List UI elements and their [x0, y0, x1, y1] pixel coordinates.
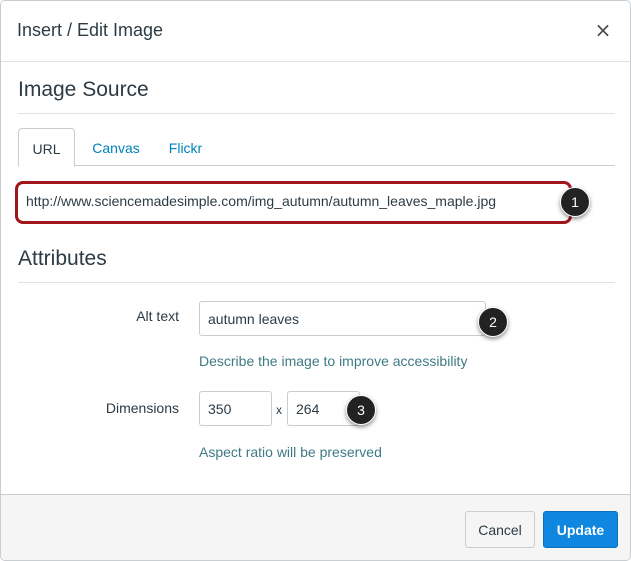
url-field-highlight: [15, 181, 572, 224]
image-source-heading: Image Source: [18, 78, 149, 101]
attributes-divider: [18, 282, 615, 283]
width-input[interactable]: [199, 391, 272, 426]
close-icon[interactable]: ×: [594, 19, 612, 41]
attributes-heading: Attributes: [18, 247, 107, 270]
dialog-header: Insert / Edit Image ×: [1, 1, 630, 62]
url-input[interactable]: [22, 187, 570, 215]
update-button[interactable]: Update: [543, 511, 618, 548]
callout-1: 1: [560, 187, 590, 217]
dialog-footer: Cancel Update: [1, 494, 630, 560]
tab-url[interactable]: URL: [18, 128, 75, 167]
tabs-underline: [18, 165, 615, 166]
tab-flickr[interactable]: Flickr: [158, 128, 213, 165]
dialog-title: Insert / Edit Image: [17, 20, 164, 40]
callout-3: 3: [346, 395, 376, 425]
tab-canvas[interactable]: Canvas: [81, 128, 151, 165]
image-source-tabs: URL Canvas Flickr: [18, 128, 615, 167]
insert-edit-image-dialog: Insert / Edit Image × Image Source URL C…: [0, 0, 631, 561]
dimensions-times: x: [276, 403, 282, 417]
image-source-divider: [18, 113, 615, 114]
callout-2: 2: [478, 307, 508, 337]
dimensions-label: Dimensions: [105, 400, 179, 416]
cancel-button[interactable]: Cancel: [465, 511, 535, 548]
alt-text-hint: Describe the image to improve accessibil…: [199, 353, 468, 369]
dimensions-hint: Aspect ratio will be preserved: [199, 444, 382, 460]
alt-text-label: Alt text: [136, 308, 179, 324]
alt-text-input[interactable]: [199, 301, 486, 336]
